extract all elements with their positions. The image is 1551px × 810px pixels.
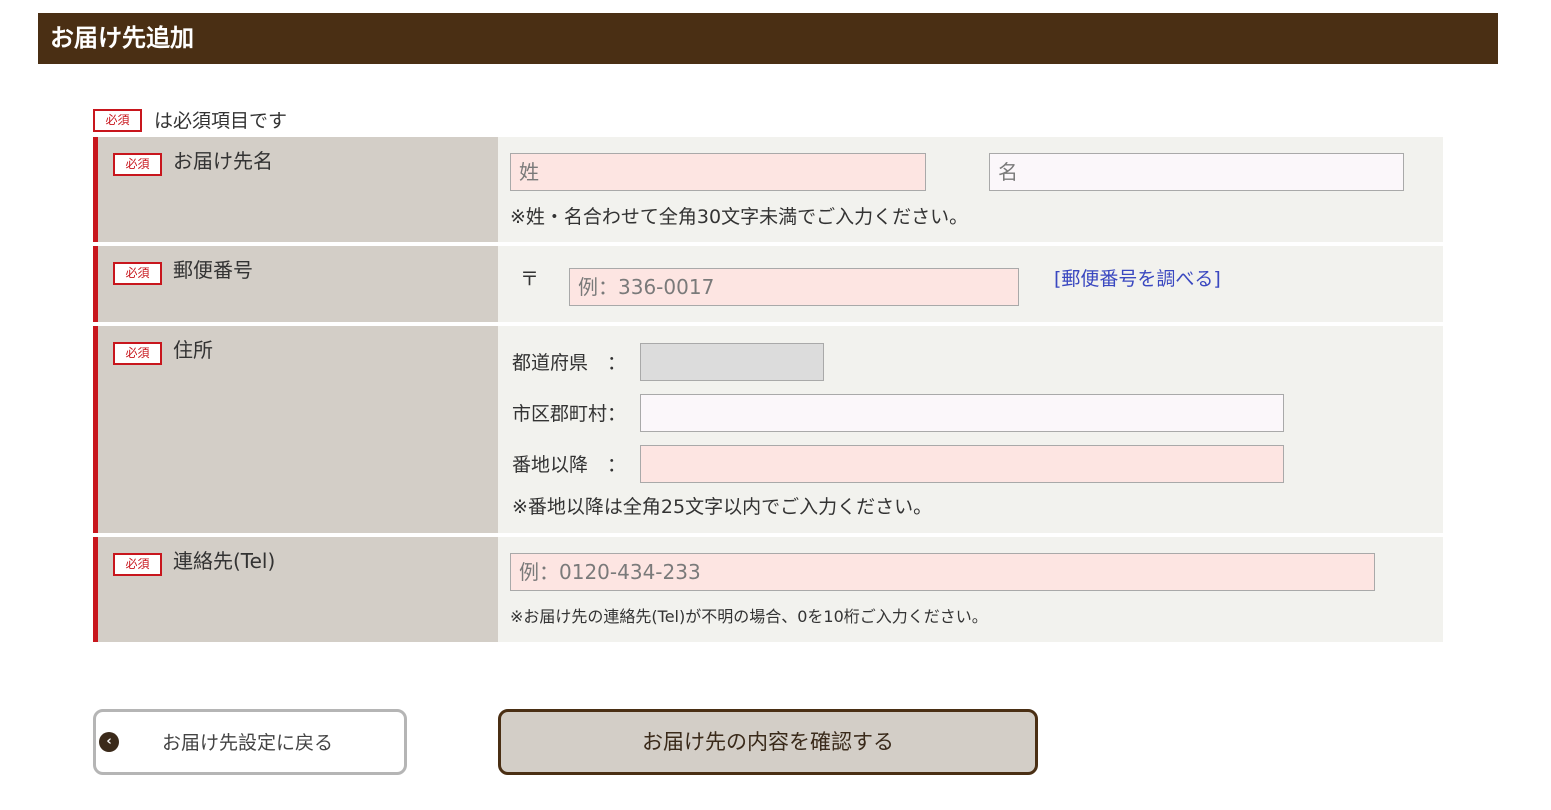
row-field-cell: 都道府県 ： 市区郡町村： 番地以降 ： ※番地以降は全角25文字以内でご入力く… [498,326,1443,533]
confirm-button[interactable]: お届け先の内容を確認する [498,709,1038,775]
tel-hint: ※お届け先の連絡先(Tel)が不明の場合、0を10桁ご入力ください。 [510,607,988,626]
postal-code-input[interactable] [569,268,1019,306]
prefecture-select[interactable] [640,343,824,381]
row-field-cell: ※姓・名合わせて全角30文字未満でご入力ください。 [498,137,1443,242]
tel-input[interactable] [510,553,1375,591]
row-label: 連絡先(Tel) [173,549,276,573]
street-label: 番地以降 ： [512,454,627,476]
first-name-input[interactable] [989,153,1404,191]
prefecture-label: 都道府県 ： [512,352,627,374]
form-row-address: 必須 住所 都道府県 ： 市区郡町村： 番地以降 ： ※番地以降は全角25文字以… [93,326,1443,533]
required-badge: 必須 [113,153,162,176]
city-input[interactable] [640,394,1284,432]
chevron-left-icon: ‹ [99,732,119,752]
street-input[interactable] [640,445,1284,483]
back-button[interactable]: ‹ お届け先設定に戻る [93,709,407,775]
city-label: 市区郡町村： [512,403,627,425]
row-label-cell: 必須 郵便番号 [93,246,498,322]
row-label: 住所 [173,338,213,362]
required-badge: 必須 [113,342,162,365]
street-hint: ※番地以降は全角25文字以内でご入力ください。 [512,496,933,518]
row-label-cell: 必須 連絡先(Tel) [93,537,498,642]
postal-lookup-link[interactable]: [郵便番号を調べる] [1054,264,1221,291]
form-row-name: 必須 お届け先名 ※姓・名合わせて全角30文字未満でご入力ください。 [93,137,1443,242]
required-badge: 必須 [93,109,142,132]
row-label-cell: 必須 お届け先名 [93,137,498,242]
last-name-input[interactable] [510,153,926,191]
page-header: お届け先追加 [38,13,1498,64]
back-button-label: お届け先設定に戻る [162,732,334,754]
name-hint: ※姓・名合わせて全角30文字未満でご入力ください。 [510,206,969,228]
page-title: お届け先追加 [50,23,194,52]
required-badge: 必須 [113,553,162,576]
postal-mark: 〒 [520,268,540,290]
required-note-text: は必須項目です [154,109,288,132]
row-field-cell: 〒 [郵便番号を調べる] [498,246,1443,322]
row-label: お届け先名 [173,149,273,173]
required-legend: 必須 は必須項目です [93,106,287,132]
required-badge: 必須 [113,262,162,285]
row-label: 郵便番号 [173,258,253,282]
row-field-cell: ※お届け先の連絡先(Tel)が不明の場合、0を10桁ご入力ください。 [498,537,1443,642]
row-label-cell: 必須 住所 [93,326,498,533]
form-row-tel: 必須 連絡先(Tel) ※お届け先の連絡先(Tel)が不明の場合、0を10桁ご入… [93,537,1443,642]
form-row-postal: 必須 郵便番号 〒 [郵便番号を調べる] [93,246,1443,322]
